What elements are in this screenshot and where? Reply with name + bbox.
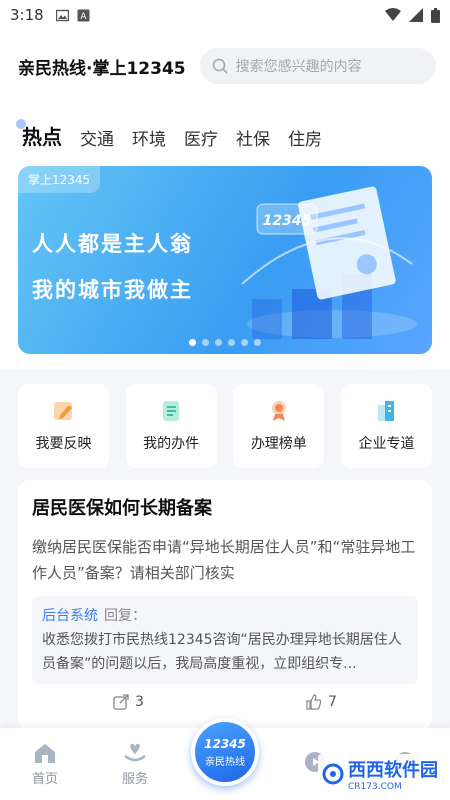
status-right — [385, 7, 440, 23]
hotline-label: 亲民热线 — [205, 756, 245, 768]
quick-action-label: 我的办件 — [143, 436, 200, 452]
carousel-dot[interactable] — [254, 339, 261, 346]
nav-service[interactable]: 服务 — [90, 728, 180, 800]
hotline-button[interactable]: 12345 亲民热线 — [191, 718, 259, 786]
status-bar: 3:18 A — [0, 0, 450, 30]
building-icon — [378, 401, 395, 421]
tab-environment[interactable]: 环境 — [132, 125, 166, 158]
nav-home-label: 首页 — [31, 771, 58, 787]
quick-actions: 我要反映 我的办件 办理榜单 企业专道 — [0, 370, 450, 468]
tab-housing[interactable]: 住房 — [288, 125, 322, 158]
quick-action-label: 办理榜单 — [250, 436, 307, 452]
reply-text: 收悉您拨打市民热线12345咨询“居民办理异地长期居住人员备案”的问题以后，我局… — [42, 632, 402, 672]
search-input[interactable]: 搜索您感兴趣的内容 — [199, 48, 436, 84]
header: 亲民热线·掌上12345 搜索您感兴趣的内容 — [0, 30, 450, 102]
app-title: 亲民热线·掌上12345 — [18, 58, 186, 79]
tab-social-security[interactable]: 社保 — [236, 125, 270, 158]
category-tabs: 热点 交通 环境 医疗 社保 住房 — [0, 102, 450, 158]
heart-hands-icon — [124, 743, 146, 761]
article-stats: 3 7 — [32, 694, 418, 710]
carousel-dot[interactable] — [202, 339, 209, 346]
share-icon — [113, 694, 129, 710]
reply-box: 后台系统 回复： 收悉您拨打市民热线12345咨询“居民办理异地长期居住人员备案”… — [32, 596, 418, 684]
home-icon — [35, 743, 55, 763]
watermark-text: 西西软件园 — [348, 760, 438, 781]
notification-a-icon: A — [77, 9, 90, 22]
carousel-dot[interactable] — [228, 339, 235, 346]
share-count: 3 — [135, 694, 144, 710]
ranking-button[interactable]: 办理榜单 — [233, 384, 325, 468]
thumbs-up-icon — [306, 694, 322, 710]
enterprise-button[interactable]: 企业专道 — [340, 384, 432, 468]
content-top: 热点 交通 环境 医疗 社保 住房 掌上12345 人人都是主人翁 我的城市我做… — [0, 102, 450, 370]
carousel-dot[interactable] — [189, 339, 196, 346]
report-button[interactable]: 我要反映 — [18, 384, 109, 468]
banner-illustration: 12345 — [241, 186, 417, 339]
banner-carousel[interactable]: 掌上12345 人人都是主人翁 我的城市我做主 12345 — [18, 166, 432, 354]
my-cases-button[interactable]: 我的办件 — [125, 384, 217, 468]
quick-action-label: 我要反映 — [35, 436, 92, 452]
wifi-icon — [385, 8, 401, 21]
tab-traffic[interactable]: 交通 — [80, 125, 114, 158]
article-card[interactable]: 居民医保如何长期备案 缴纳居民医保能否申请“异地长期居住人员”和“常驻异地工作人… — [18, 480, 432, 730]
battery-icon — [431, 7, 440, 23]
banner-headline-2: 我的城市我做主 — [32, 278, 193, 302]
banner-tag: 掌上12345 — [18, 166, 101, 193]
search-icon — [212, 58, 228, 74]
tab-medical[interactable]: 医疗 — [184, 125, 218, 158]
reply-author: 后台系统 — [42, 608, 98, 624]
hotline-number: 12345 — [204, 736, 246, 751]
tab-hot[interactable]: 热点 — [16, 119, 62, 158]
watermark-logo-icon — [322, 763, 344, 785]
signal-icon — [409, 8, 423, 22]
like-count: 7 — [328, 694, 337, 710]
watermark-sub: CR173.COM — [348, 782, 402, 792]
banner-art-number: 12345 — [263, 213, 312, 229]
carousel-dots — [18, 339, 432, 346]
quick-action-label: 企业专道 — [358, 436, 415, 452]
like-button[interactable]: 7 — [306, 694, 337, 710]
article-title: 居民医保如何长期备案 — [32, 498, 212, 519]
svg-text:A: A — [80, 12, 87, 22]
banner-headline-1: 人人都是主人翁 — [32, 232, 193, 256]
share-button[interactable]: 3 — [113, 694, 144, 710]
carousel-dot[interactable] — [215, 339, 222, 346]
edit-icon — [53, 402, 72, 420]
search-placeholder: 搜索您感兴趣的内容 — [235, 59, 362, 75]
reply-label: 回复： — [104, 608, 146, 624]
carousel-dot[interactable] — [241, 339, 248, 346]
nav-service-label: 服务 — [121, 771, 148, 787]
gallery-icon — [55, 9, 69, 21]
article-body: 缴纳居民医保能否申请“异地长期居住人员”和“常驻异地工作人员”备案？请相关部门核… — [32, 538, 416, 582]
nav-home[interactable]: 首页 — [0, 728, 90, 800]
trophy-icon — [271, 401, 286, 421]
watermark: 西西软件园 CR173.COM — [318, 754, 442, 794]
status-time: 3:18 — [10, 6, 44, 24]
document-icon — [163, 401, 180, 421]
